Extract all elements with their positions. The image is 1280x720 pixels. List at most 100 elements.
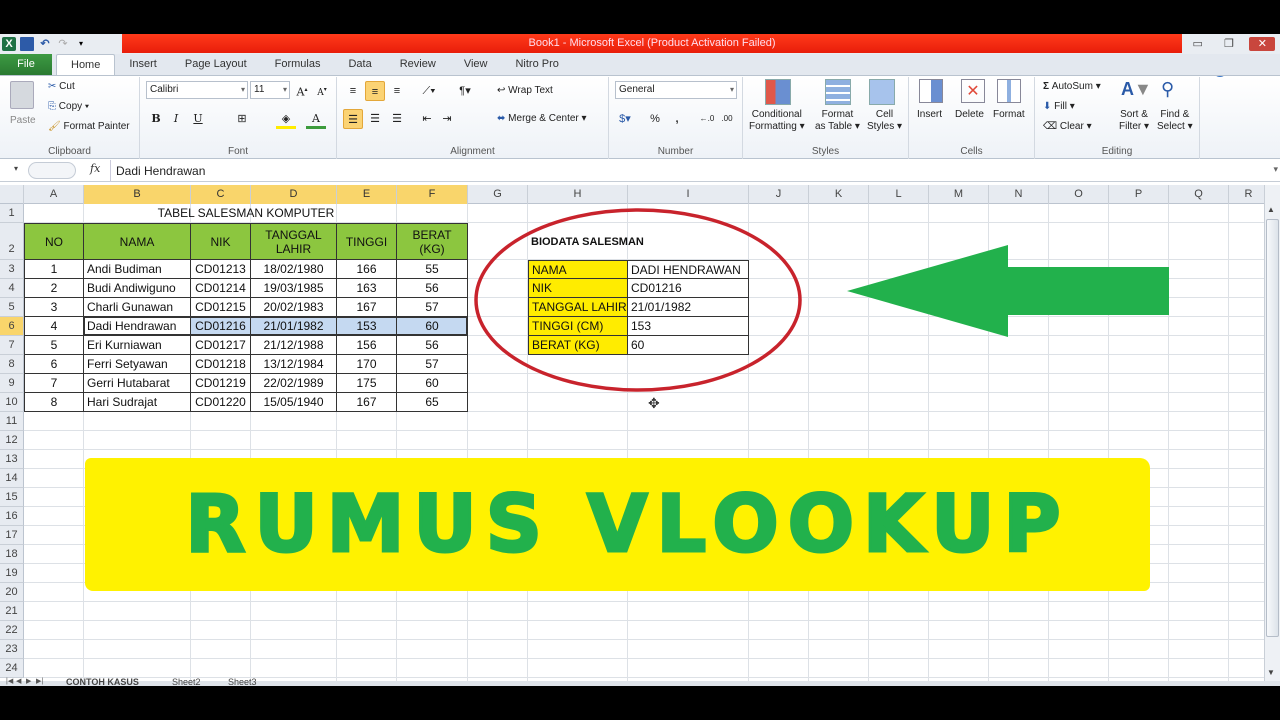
row-header-20[interactable]: 20 <box>0 583 24 602</box>
select-all-corner[interactable] <box>0 185 24 204</box>
customize-qat-icon[interactable]: ▾ <box>74 37 88 51</box>
tab-home[interactable]: Home <box>56 54 116 75</box>
accounting-format-button[interactable]: $▾ <box>615 109 635 129</box>
increase-decimal-button[interactable]: ←.0 <box>697 109 717 129</box>
name-box[interactable]: ▾ <box>0 162 100 180</box>
table-row-cell[interactable]: 170 <box>337 355 397 374</box>
format-cells-button[interactable]: Format <box>993 109 1025 120</box>
shrink-font-button[interactable]: A▾ <box>312 80 332 100</box>
decrease-indent-button[interactable]: ⇤ <box>417 109 437 129</box>
table-row-cell[interactable]: 3 <box>24 298 84 317</box>
redo-icon[interactable]: ↷ <box>56 37 70 51</box>
column-header-g[interactable]: G <box>468 185 528 204</box>
table-row-cell[interactable]: 175 <box>337 374 397 393</box>
sheet-tab[interactable]: Sheet3 <box>228 677 257 686</box>
table-row-cell[interactable]: 2 <box>24 279 84 298</box>
row-header-12[interactable]: 12 <box>0 431 24 450</box>
number-format-select[interactable]: General ▾ <box>615 81 737 99</box>
table-row-cell[interactable]: 166 <box>337 260 397 279</box>
format-painter-button[interactable]: 🖌 Format Painter <box>48 121 130 132</box>
table-header-cell[interactable]: TINGGI <box>337 223 397 260</box>
sort-filter-icon[interactable]: A▼ <box>1121 79 1152 100</box>
column-header-a[interactable]: A <box>24 185 84 204</box>
format-cells-icon[interactable] <box>997 79 1021 103</box>
orientation-button[interactable]: ⟋▾ <box>419 81 439 101</box>
column-header-k[interactable]: K <box>809 185 869 204</box>
biodata-title[interactable]: BIODATA SALESMAN <box>528 223 749 260</box>
name-box-dropdown-icon[interactable]: ▾ <box>14 164 18 173</box>
table-row-cell[interactable]: CD01220 <box>191 393 251 412</box>
sheet-tab[interactable]: Sheet2 <box>172 677 201 686</box>
table-row-cell[interactable]: CD01219 <box>191 374 251 393</box>
merge-center-button[interactable]: ⬌ Merge & Center ▾ <box>497 113 587 124</box>
table-row-cell[interactable]: Hari Sudrajat <box>84 393 191 412</box>
table-row-cell[interactable]: 18/02/1980 <box>251 260 337 279</box>
restore-button[interactable]: ❐ <box>1218 37 1240 51</box>
row-header-16[interactable]: 16 <box>0 507 24 526</box>
column-header-d[interactable]: D <box>251 185 337 204</box>
minimize-button[interactable]: ▭ <box>1187 37 1209 51</box>
italic-button[interactable]: I <box>166 109 186 129</box>
cell-styles-button[interactable]: Cell Styles ▾ <box>867 109 902 133</box>
scroll-up-icon[interactable]: ▲ <box>1267 205 1275 214</box>
percent-button[interactable]: % <box>645 109 665 129</box>
vertical-scrollbar[interactable]: ▲ ▼ <box>1264 185 1280 681</box>
column-header-l[interactable]: L <box>869 185 929 204</box>
row-header-18[interactable]: 18 <box>0 545 24 564</box>
table-row-cell[interactable]: Ferri Setyawan <box>84 355 191 374</box>
row-header-14[interactable]: 14 <box>0 469 24 488</box>
table-row-cell[interactable]: 19/03/1985 <box>251 279 337 298</box>
table-header-cell[interactable]: NAMA <box>84 223 191 260</box>
table-row-cell[interactable]: 56 <box>397 336 468 355</box>
biodata-label[interactable]: TINGGI (CM) <box>528 317 628 336</box>
table-header-cell[interactable]: TANGGAL LAHIR <box>251 223 337 260</box>
insert-cells-button[interactable]: Insert <box>917 109 942 120</box>
table-row-cell[interactable]: Eri Kurniawan <box>84 336 191 355</box>
biodata-value[interactable]: DADI HENDRAWAN <box>628 260 749 279</box>
table-row-cell[interactable]: 8 <box>24 393 84 412</box>
table-row-cell[interactable]: 163 <box>337 279 397 298</box>
column-header-i[interactable]: I <box>628 185 749 204</box>
table-row-cell[interactable]: 60 <box>397 374 468 393</box>
tab-page-layout[interactable]: Page Layout <box>171 54 261 75</box>
table-row-cell[interactable]: 167 <box>337 298 397 317</box>
table-row-cell[interactable]: 1 <box>24 260 84 279</box>
copy-button[interactable]: ⎘ Copy ▾ <box>48 101 89 112</box>
cut-button[interactable]: ✂ Cut <box>48 81 75 92</box>
cell-styles-icon[interactable] <box>869 79 895 105</box>
increase-indent-button[interactable]: ⇥ <box>437 109 457 129</box>
table-row-cell[interactable]: Charli Gunawan <box>84 298 191 317</box>
sheet-nav-icon[interactable]: ▶ <box>26 677 31 685</box>
table-row-cell[interactable]: 57 <box>397 355 468 374</box>
format-as-table-button[interactable]: Format as Table ▾ <box>815 109 860 133</box>
conditional-formatting-button[interactable]: Conditional Formatting ▾ <box>749 109 805 133</box>
table-row-cell[interactable]: 156 <box>337 336 397 355</box>
text-direction-button[interactable]: ¶▾ <box>455 81 475 101</box>
table-header-cell[interactable]: NIK <box>191 223 251 260</box>
table-row-cell[interactable]: CD01214 <box>191 279 251 298</box>
find-select-button[interactable]: Find & Select ▾ <box>1157 109 1193 133</box>
align-left-button[interactable]: ☰ <box>343 109 363 129</box>
column-header-c[interactable]: C <box>191 185 251 204</box>
scroll-down-icon[interactable]: ▼ <box>1267 668 1275 677</box>
row-header-3[interactable]: 3 <box>0 260 24 279</box>
row-header-9[interactable]: 9 <box>0 374 24 393</box>
autosum-button[interactable]: Σ AutoSum ▾ <box>1043 81 1101 92</box>
biodata-label[interactable]: BERAT (KG) <box>528 336 628 355</box>
table-row-cell[interactable]: 20/02/1983 <box>251 298 337 317</box>
column-header-h[interactable]: H <box>528 185 628 204</box>
tab-insert[interactable]: Insert <box>115 54 171 75</box>
column-header-f[interactable]: F <box>397 185 468 204</box>
clear-button[interactable]: ⌫ Clear ▾ <box>1043 121 1092 132</box>
sheet-nav-icon[interactable]: |◀ <box>6 677 13 685</box>
row-header-10[interactable]: 10 <box>0 393 24 412</box>
conditional-formatting-icon[interactable] <box>765 79 791 105</box>
row-header-11[interactable]: 11 <box>0 412 24 431</box>
tab-data[interactable]: Data <box>334 54 385 75</box>
worksheet-grid[interactable]: ABCDEFGHIJKLMNOPQR 1 2 3 4 5 6 7 8 9 10 11 12 13 14 15… <box>0 185 1264 681</box>
table-row-cell[interactable]: Gerri Hutabarat <box>84 374 191 393</box>
table-row-cell[interactable]: 6 <box>24 355 84 374</box>
table-row-cell[interactable]: 167 <box>337 393 397 412</box>
biodata-value[interactable]: 153 <box>628 317 749 336</box>
fill-button[interactable]: ⬇ Fill ▾ <box>1043 101 1075 112</box>
